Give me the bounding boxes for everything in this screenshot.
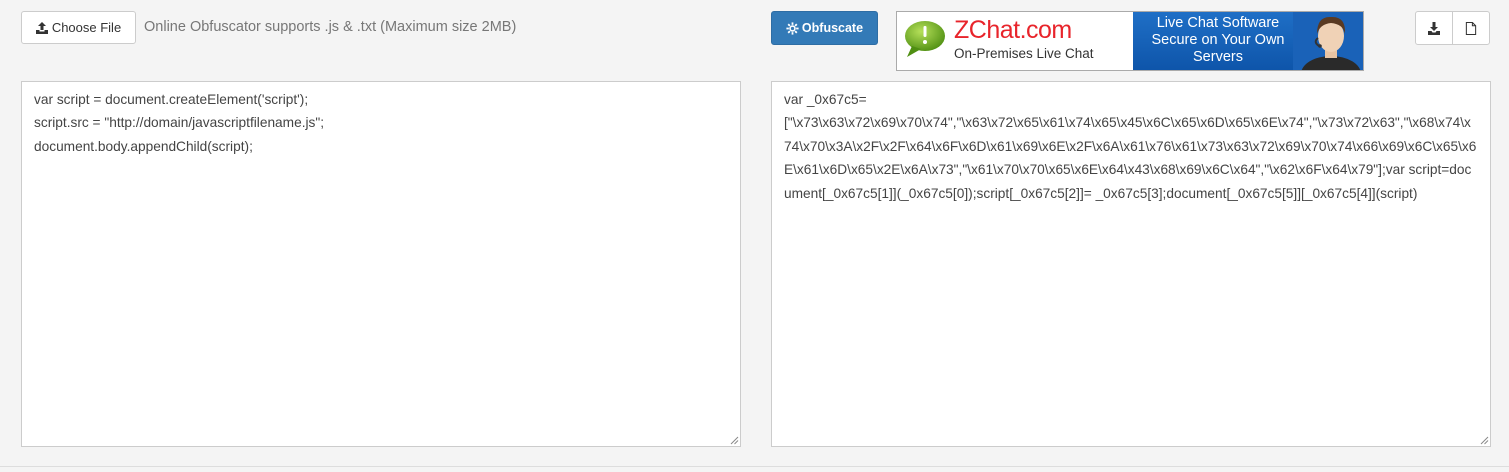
banner-left-panel: ZChat.com On-Premises Live Chat <box>897 12 1133 70</box>
bottom-divider <box>0 466 1509 467</box>
banner-right-panel: Live Chat Software Secure on Your Own Se… <box>1133 12 1363 70</box>
banner-slogan-line2: Secure on Your Own <box>1151 32 1285 48</box>
banner-slogan: Live Chat Software Secure on Your Own Se… <box>1133 15 1303 66</box>
obfuscated-output-textarea[interactable]: var _0x67c5= ["\x73\x63\x72\x69\x70\x74"… <box>771 81 1491 447</box>
download-button[interactable] <box>1415 11 1453 45</box>
resize-grip-icon[interactable] <box>1480 436 1489 445</box>
zchat-banner-ad[interactable]: ZChat.com On-Premises Live Chat Live Cha… <box>896 11 1364 71</box>
gear-icon <box>786 21 799 35</box>
choose-file-button[interactable]: Choose File <box>21 11 136 44</box>
banner-slogan-line3: Servers <box>1193 49 1243 65</box>
chat-bubble-icon <box>905 21 945 57</box>
upload-icon <box>35 21 48 34</box>
file-icon <box>1465 21 1477 35</box>
choose-file-label: Choose File <box>51 20 122 35</box>
support-agent-image <box>1293 12 1363 70</box>
download-icon <box>1428 21 1440 35</box>
resize-grip-icon[interactable] <box>730 436 739 445</box>
banner-brand: ZChat.com <box>954 16 1072 44</box>
obfuscate-label: Obfuscate <box>801 21 864 35</box>
banner-tagline: On-Premises Live Chat <box>954 46 1094 61</box>
new-file-button[interactable] <box>1452 11 1490 45</box>
upload-hint: Online Obfuscator supports .js & .txt (M… <box>144 19 517 35</box>
obfuscate-button[interactable]: Obfuscate <box>771 11 878 45</box>
source-code-textarea[interactable]: var script = document.createElement('scr… <box>21 81 741 447</box>
banner-slogan-line1: Live Chat Software <box>1156 15 1280 31</box>
